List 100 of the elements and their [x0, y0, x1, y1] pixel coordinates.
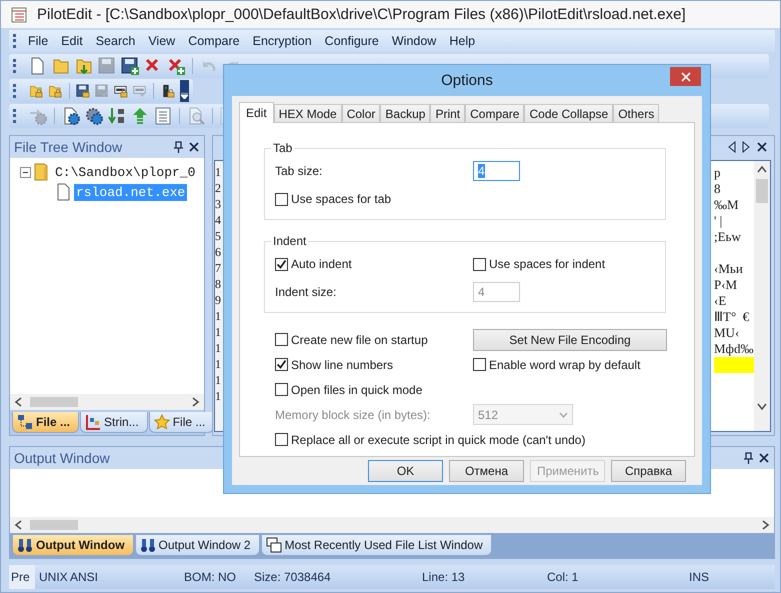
dialog-tab[interactable]: Code Collapse — [524, 104, 614, 122]
tree-icon — [17, 414, 33, 430]
horizontal-scrollbar[interactable] — [10, 517, 774, 533]
menu-item[interactable]: Help — [445, 34, 484, 48]
close-icon — [680, 72, 690, 82]
code-line: ‰M — [714, 197, 740, 213]
arrow-up-icon[interactable] — [131, 107, 149, 125]
dialog-tab[interactable]: Compare — [465, 104, 524, 122]
status-text: BOM: NO — [183, 570, 238, 584]
code-line: ;Еьw — [714, 229, 742, 245]
page-gear-icon[interactable] — [62, 107, 80, 125]
checkbox[interactable]: Open files in quick mode — [275, 382, 666, 396]
close-button[interactable] — [670, 67, 701, 86]
field-label: Indent size: — [275, 285, 336, 299]
checkbox[interactable]: Auto indent — [275, 257, 473, 271]
checkbox[interactable]: Replace all or execute script in quick mode (can't undo) — [275, 432, 666, 446]
line-number: 3 — [215, 197, 222, 213]
status-text: INS — [688, 570, 710, 584]
status-text: Line: 13 — [421, 570, 466, 584]
dialog-tab[interactable]: Print — [430, 104, 466, 122]
scroll-tabs-left-icon[interactable] — [728, 141, 736, 153]
dialog-button[interactable]: Отмена — [449, 460, 524, 482]
code-line: Р‹М — [714, 277, 738, 293]
status-text: Pre — [9, 565, 35, 589]
group-label: Tab — [272, 141, 294, 155]
pin-icon[interactable] — [742, 452, 754, 464]
server-lock-icon[interactable] — [161, 82, 175, 100]
close-icon[interactable] — [188, 141, 200, 153]
menu-item[interactable]: View — [144, 34, 184, 48]
status-text: Col: 1 — [546, 570, 580, 584]
code-line: 8 — [714, 181, 722, 197]
horizontal-scrollbar[interactable] — [10, 394, 204, 410]
caret-icon — [180, 93, 188, 99]
checkbox[interactable]: Use spaces for tab — [275, 192, 655, 206]
line-number: 1 — [215, 309, 222, 325]
scroll-tabs-right-icon[interactable] — [742, 141, 750, 153]
panel-tab[interactable]: File ... — [12, 412, 80, 433]
app-icon — [11, 6, 27, 22]
menu-item[interactable]: Configure — [320, 34, 388, 48]
dialog-button[interactable]: OK — [368, 460, 443, 482]
panel-tab[interactable]: File ... — [148, 412, 214, 433]
folder-icon[interactable] — [52, 57, 70, 75]
code-line: Мфd‰ — [714, 341, 754, 357]
field-label: Memory block size (in bytes): — [275, 408, 430, 422]
dialog-button[interactable]: Справка — [611, 460, 686, 482]
scrollbar-thumb[interactable] — [30, 397, 78, 407]
panel-tab[interactable]: Output Window — [12, 535, 134, 556]
dialog-tab[interactable]: Color — [342, 104, 380, 122]
code-line: ⅢТ° € — [714, 309, 750, 325]
field-label: Tab size: — [275, 164, 322, 178]
x-mark-plus-icon[interactable] — [167, 57, 185, 75]
line-number: 1 — [215, 165, 222, 181]
gear-icon[interactable] — [85, 107, 103, 125]
menu-item[interactable]: Edit — [57, 34, 92, 48]
dialog-tab[interactable]: Edit — [239, 102, 274, 123]
status-text: Size: 7038464 — [253, 570, 332, 584]
save-lock-icon[interactable] — [76, 82, 90, 100]
line-number: 1 — [215, 373, 222, 389]
tree-item[interactable]: C:\Sandbox\plopr_0 — [53, 164, 198, 180]
checkbox-tick — [276, 359, 287, 370]
checkbox[interactable]: Show line numbers — [275, 358, 473, 372]
line-number: 1 — [215, 325, 222, 341]
binoculars-icon — [17, 537, 33, 553]
vertical-scrollbar[interactable] — [754, 161, 770, 431]
save-plus-icon[interactable] — [121, 57, 139, 75]
checkbox[interactable]: Create new file on startup — [275, 332, 473, 346]
checkbox[interactable]: Enable word wrap by default — [473, 358, 666, 372]
checkbox[interactable]: Use spaces for indent — [473, 257, 655, 271]
menu-item[interactable]: File — [24, 34, 58, 48]
dialog-tab[interactable]: HEX Mode — [274, 104, 342, 122]
menu-item[interactable]: Encryption — [248, 34, 321, 48]
dialog-tab[interactable]: Backup — [380, 104, 430, 122]
folder-arrow-icon[interactable] — [75, 57, 93, 75]
dialog-tab[interactable]: Others — [613, 104, 660, 122]
menu-item[interactable]: Compare — [184, 34, 249, 48]
panel-tab[interactable]: Output Window 2 — [134, 535, 260, 556]
menu-item[interactable]: Search — [92, 34, 144, 48]
sort-icon[interactable] — [108, 107, 126, 125]
dropdown-value: 512 — [478, 408, 498, 422]
code-line: ‹Е — [714, 293, 728, 309]
panel-tab[interactable]: Strin... — [80, 412, 148, 433]
close-icon[interactable] — [756, 141, 768, 153]
panel-title: File Tree Window — [14, 139, 124, 155]
panel-tab[interactable]: Most Recently Used File List Window — [260, 535, 492, 556]
overflow-chevron-icon[interactable] — [180, 80, 189, 102]
line-number: 5 — [215, 229, 222, 245]
code-line: МU‹ — [714, 325, 740, 341]
pin-icon[interactable] — [172, 141, 184, 153]
list-page-icon[interactable] — [154, 107, 172, 125]
line-number: 9 — [215, 293, 222, 309]
scrollbar-thumb[interactable] — [30, 520, 78, 530]
scrollbar-thumb[interactable] — [756, 179, 768, 203]
set-encoding-button[interactable]: Set New File Encoding — [473, 328, 667, 350]
line-number: 8 — [215, 277, 222, 293]
status-text: ANSI — [69, 570, 100, 584]
close-icon[interactable] — [758, 452, 770, 464]
collapse-icon[interactable] — [20, 166, 31, 178]
menu-item[interactable]: Window — [388, 34, 446, 48]
binoculars-icon — [140, 537, 156, 553]
status-text: UNIX — [38, 570, 66, 584]
